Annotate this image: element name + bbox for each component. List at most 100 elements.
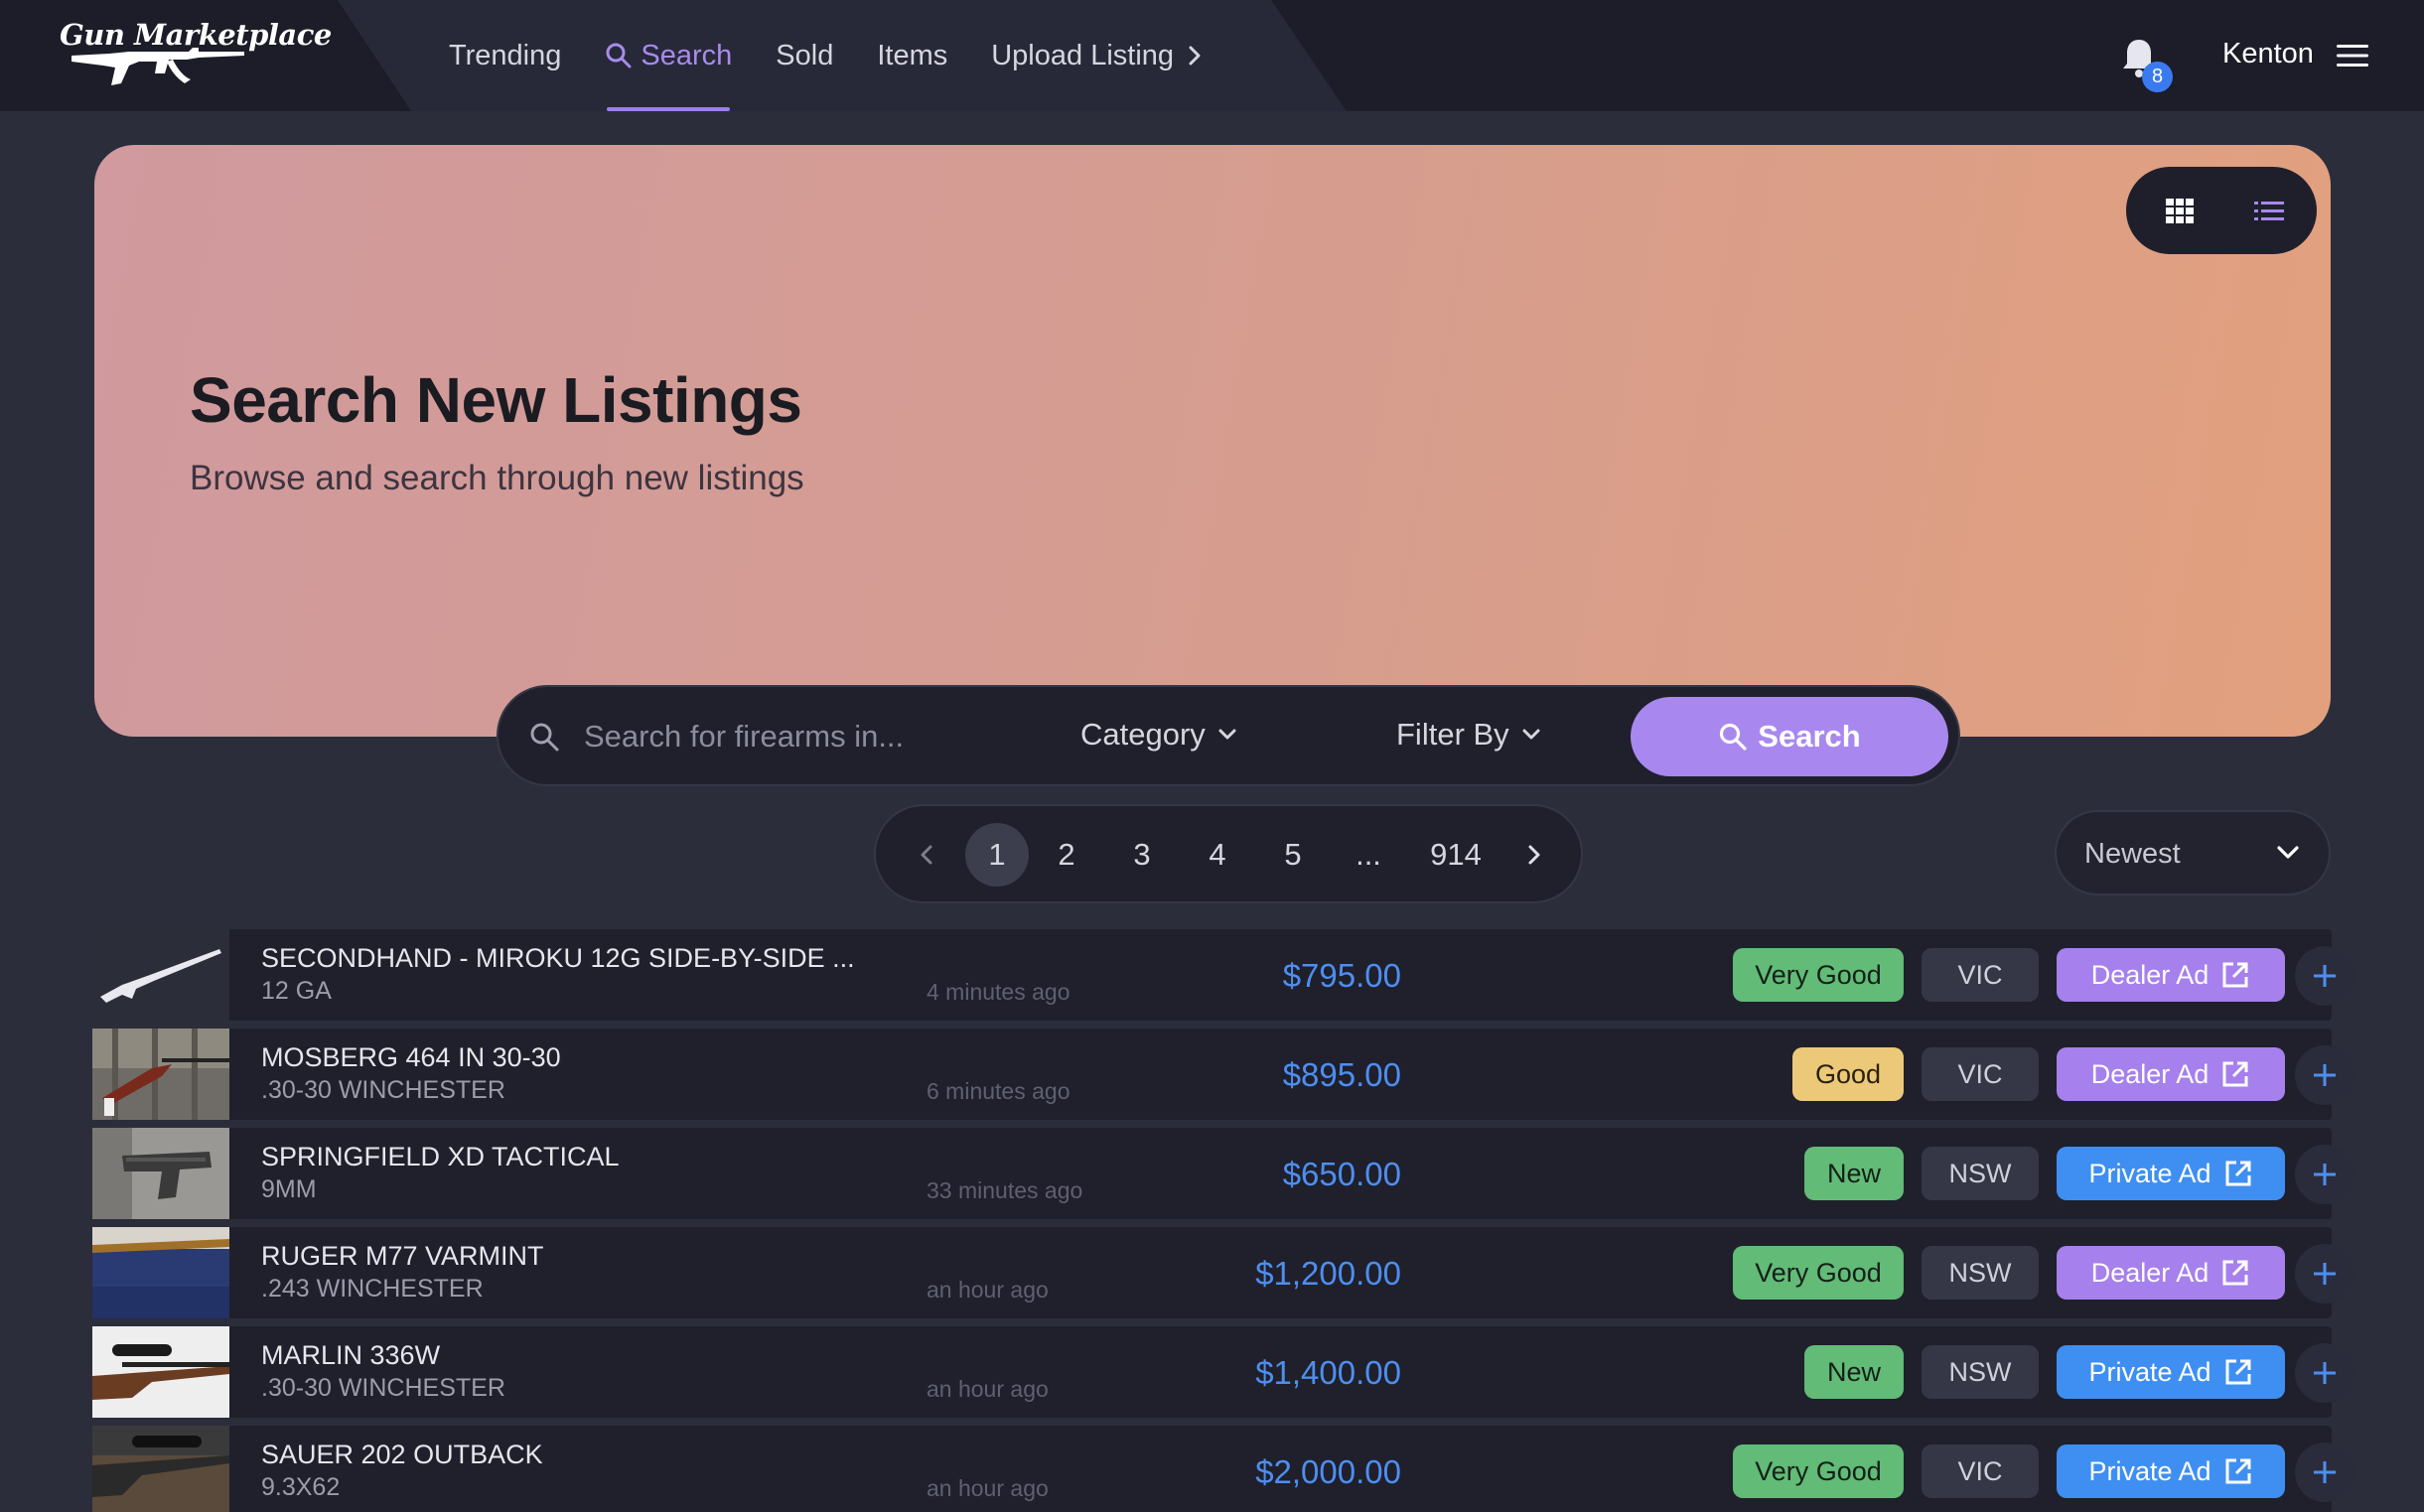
- ad-type-label: Private Ad: [2088, 1158, 2211, 1188]
- listing-time: 4 minutes ago: [927, 979, 1070, 1005]
- user-name[interactable]: Kenton: [2222, 38, 2314, 70]
- page-3[interactable]: 3: [1122, 824, 1162, 886]
- listing-time: an hour ago: [927, 1475, 1049, 1501]
- nav-search[interactable]: Search: [583, 0, 754, 111]
- plus-icon: [2314, 1461, 2336, 1483]
- private-ad-button[interactable]: Private Ad: [2057, 1345, 2285, 1399]
- external-link-icon: [2225, 1161, 2251, 1186]
- notification-count-badge: 8: [2142, 62, 2173, 92]
- page-number: 3: [1133, 837, 1151, 872]
- nav-items[interactable]: Items: [855, 0, 969, 111]
- top-navbar: Gun Marketplace Trending Search Sold Ite…: [0, 0, 2424, 111]
- listing-row[interactable]: MOSBERG 464 IN 30-30 .30-30 WINCHESTER 6…: [92, 1029, 2354, 1120]
- rifle-icon: [71, 48, 244, 85]
- plus-icon: [2314, 1164, 2336, 1185]
- listing-title[interactable]: SAUER 202 OUTBACK: [261, 1440, 543, 1470]
- search-icon: [530, 723, 559, 752]
- chevron-right-icon[interactable]: [1519, 824, 1549, 886]
- brand-logo[interactable]: Gun Marketplace: [60, 18, 332, 91]
- nav-upload-listing[interactable]: Upload Listing: [969, 0, 1223, 111]
- page-2[interactable]: 2: [1047, 824, 1086, 886]
- add-button[interactable]: [2295, 1443, 2354, 1502]
- listing-time: 33 minutes ago: [927, 1177, 1083, 1203]
- grid-view-icon[interactable]: [2162, 193, 2198, 228]
- nav-sold[interactable]: Sold: [754, 0, 855, 111]
- category-dropdown[interactable]: Category: [1080, 717, 1237, 753]
- add-button[interactable]: [2295, 1244, 2354, 1304]
- listing-thumbnail[interactable]: [92, 929, 229, 1021]
- hamburger-menu-icon[interactable]: [2337, 43, 2368, 69]
- listing-row[interactable]: SPRINGFIELD XD TACTICAL 9MM 33 minutes a…: [92, 1128, 2354, 1219]
- view-toggle: [2126, 167, 2317, 254]
- listing-time: an hour ago: [927, 1277, 1049, 1303]
- listing-title[interactable]: RUGER M77 VARMINT: [261, 1241, 544, 1272]
- private-ad-button[interactable]: Private Ad: [2057, 1147, 2285, 1200]
- external-link-icon: [2225, 1458, 2251, 1484]
- add-button[interactable]: [2295, 1045, 2354, 1105]
- listing-thumbnail[interactable]: [92, 1326, 229, 1418]
- chevron-down-icon: [1522, 729, 1540, 740]
- state-badge: NSW: [1922, 1246, 2039, 1300]
- listing-title[interactable]: MARLIN 336W: [261, 1340, 440, 1371]
- chevron-down-icon: [1218, 729, 1236, 740]
- listing-thumbnail[interactable]: [92, 1029, 229, 1120]
- listing-title[interactable]: SPRINGFIELD XD TACTICAL: [261, 1142, 620, 1172]
- nav-trending[interactable]: Trending: [427, 0, 583, 111]
- dealer-ad-button[interactable]: Dealer Ad: [2057, 1246, 2285, 1300]
- ad-type-label: Dealer Ad: [2090, 1257, 2210, 1288]
- sort-select[interactable]: Newest: [2055, 810, 2331, 895]
- listing-row[interactable]: RUGER M77 VARMINT .243 WINCHESTER an hou…: [92, 1227, 2354, 1318]
- listing-thumbnail[interactable]: [92, 1227, 229, 1318]
- page-subtitle: Browse and search through new listings: [190, 459, 804, 497]
- page-number: 914: [1430, 837, 1482, 872]
- listing-row[interactable]: MARLIN 336W .30-30 WINCHESTER an hour ag…: [92, 1326, 2354, 1418]
- private-ad-button[interactable]: Private Ad: [2057, 1444, 2285, 1498]
- ad-type-label: Dealer Ad: [2090, 959, 2210, 990]
- category-label: Category: [1080, 717, 1206, 752]
- listing-title[interactable]: SECONDHAND - MIROKU 12G SIDE-BY-SIDE ...: [261, 943, 855, 974]
- external-link-icon: [2222, 1260, 2248, 1286]
- chevron-left-icon[interactable]: [912, 824, 941, 886]
- page-number: ...: [1355, 837, 1381, 872]
- dealer-ad-button[interactable]: Dealer Ad: [2057, 1047, 2285, 1101]
- add-button[interactable]: [2295, 1145, 2354, 1204]
- rifle-photo: [92, 1326, 229, 1418]
- plus-icon: [2314, 1064, 2336, 1086]
- state-badge: VIC: [1922, 948, 2039, 1002]
- listing-caliber: .30-30 WINCHESTER: [261, 1374, 505, 1402]
- state-badge: VIC: [1922, 1047, 2039, 1101]
- page-914[interactable]: 914: [1416, 824, 1496, 886]
- listing-thumbnail[interactable]: [92, 1128, 229, 1219]
- filter-by-label: Filter By: [1396, 717, 1509, 752]
- add-button[interactable]: [2295, 946, 2354, 1006]
- plus-icon: [2314, 1362, 2336, 1384]
- state-badge: NSW: [1922, 1147, 2039, 1200]
- state-badge: VIC: [1922, 1444, 2039, 1498]
- filter-by-dropdown[interactable]: Filter By: [1396, 717, 1541, 753]
- listing-time: 6 minutes ago: [927, 1078, 1070, 1104]
- condition-badge: New: [1804, 1147, 1904, 1200]
- page-4[interactable]: 4: [1198, 824, 1237, 886]
- rifle-photo: [92, 1227, 229, 1318]
- nav-search-label: Search: [641, 39, 733, 71]
- nav-trending-label: Trending: [449, 39, 562, 71]
- page-5[interactable]: 5: [1273, 824, 1313, 886]
- listing-price: $795.00: [1282, 957, 1401, 994]
- search-button[interactable]: Search: [1631, 697, 1948, 776]
- list-view-icon[interactable]: [2251, 193, 2287, 228]
- listing-row[interactable]: SECONDHAND - MIROKU 12G SIDE-BY-SIDE ...…: [92, 929, 2354, 1021]
- add-button[interactable]: [2295, 1343, 2354, 1403]
- listing-title[interactable]: MOSBERG 464 IN 30-30: [261, 1042, 561, 1073]
- listing-time: an hour ago: [927, 1376, 1049, 1402]
- listing-price: $650.00: [1282, 1156, 1401, 1192]
- nav-items-label: Items: [877, 39, 948, 71]
- search-input[interactable]: [584, 713, 1001, 760]
- plus-icon: [2314, 965, 2336, 987]
- plus-icon: [2314, 1263, 2336, 1285]
- listing-row[interactable]: SAUER 202 OUTBACK 9.3X62 an hour ago $2,…: [92, 1426, 2354, 1512]
- chevron-right-icon: [1189, 46, 1201, 66]
- page-number: 1: [988, 837, 1006, 872]
- listing-thumbnail[interactable]: [92, 1426, 229, 1512]
- page-1[interactable]: 1: [965, 823, 1029, 887]
- dealer-ad-button[interactable]: Dealer Ad: [2057, 948, 2285, 1002]
